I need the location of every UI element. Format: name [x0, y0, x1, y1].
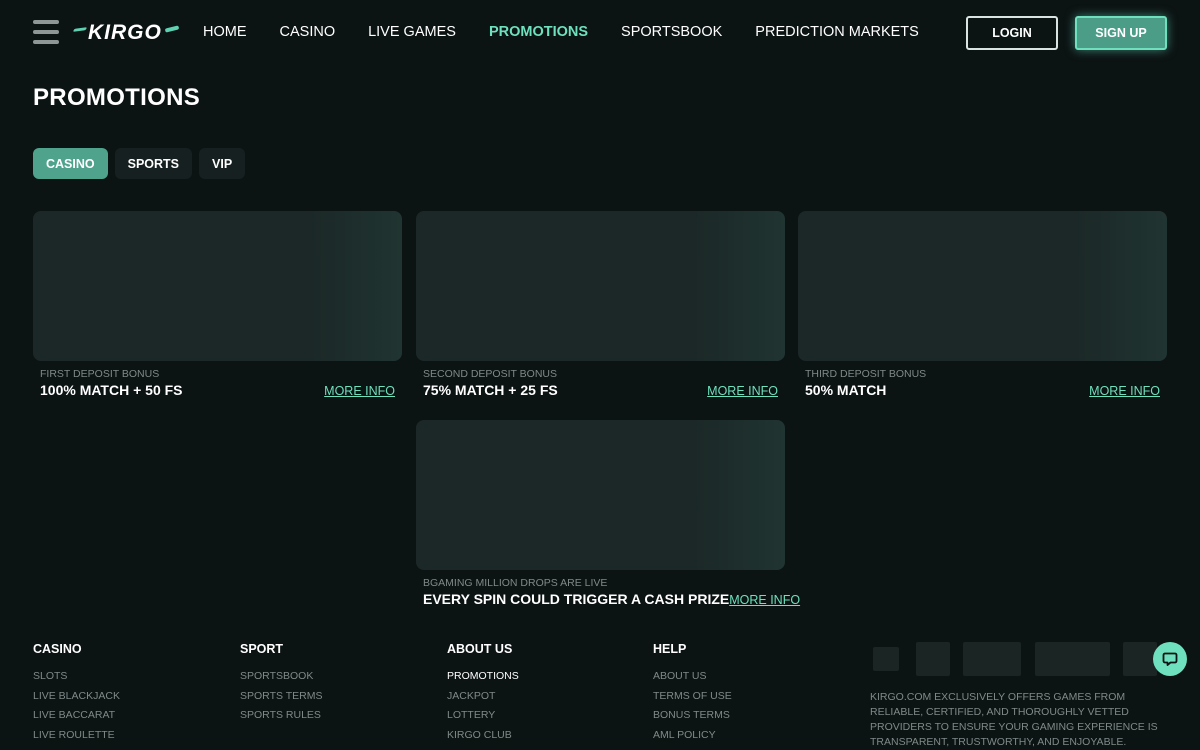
- promo-card-bgaming-drops: BGAMING MILLION DROPS ARE LIVE EVERY SPI…: [416, 420, 800, 607]
- footer-column-help: HELP ABOUT US TERMS OF USE BONUS TERMS A…: [653, 642, 732, 748]
- promo-card-second-deposit: SECOND DEPOSIT BONUS 75% MATCH + 25 FS M…: [416, 211, 785, 398]
- promo-subtitle: SECOND DEPOSIT BONUS: [423, 368, 557, 380]
- provider-logo: [1123, 642, 1157, 676]
- footer-link-live-baccarat[interactable]: LIVE BACCARAT: [33, 709, 120, 722]
- footer-link-aml-policy[interactable]: AML POLICY: [653, 729, 732, 742]
- promo-subtitle: THIRD DEPOSIT BONUS: [805, 368, 927, 380]
- footer-column-casino: CASINO SLOTS LIVE BLACKJACK LIVE BACCARA…: [33, 642, 120, 748]
- footer-heading: SPORT: [240, 642, 284, 656]
- nav-casino[interactable]: CASINO: [280, 24, 336, 40]
- more-info-link[interactable]: MORE INFO: [729, 593, 800, 607]
- footer-column-about-us: ABOUT US PROMOTIONS JACKPOT LOTTERY KIRG…: [447, 642, 519, 748]
- provider-logo: [916, 642, 950, 676]
- tab-vip[interactable]: VIP: [199, 148, 246, 179]
- footer-link-slots[interactable]: SLOTS: [33, 670, 120, 683]
- footer-disclaimer: KIRGO.COM EXCLUSIVELY OFFERS GAMES FROM …: [870, 691, 1158, 748]
- nav-prediction-markets[interactable]: PREDICTION MARKETS: [755, 24, 919, 40]
- nav-promotions[interactable]: PROMOTIONS: [489, 24, 588, 40]
- tab-casino[interactable]: CASINO: [33, 148, 108, 179]
- footer-link-promotions[interactable]: PROMOTIONS: [447, 670, 519, 683]
- promo-category-tabs: CASINO SPORTS VIP: [33, 148, 246, 179]
- tab-sports[interactable]: SPORTS: [114, 148, 193, 179]
- nav-sportsbook[interactable]: SPORTSBOOK: [621, 24, 722, 40]
- footer-link-sportsbook[interactable]: SPORTSBOOK: [240, 670, 322, 683]
- hamburger-menu-icon[interactable]: [33, 20, 59, 44]
- footer-link-jackpot[interactable]: JACKPOT: [447, 690, 519, 703]
- footer-link-about-us[interactable]: ABOUT US: [653, 670, 732, 683]
- footer-link-live-blackjack[interactable]: LIVE BLACKJACK: [33, 690, 120, 703]
- signup-button[interactable]: SIGN UP: [1075, 16, 1167, 50]
- nav-home[interactable]: HOME: [203, 24, 247, 40]
- footer-heading: CASINO: [33, 642, 82, 656]
- logo-text: KIRGO: [88, 21, 162, 44]
- promo-title: 100% MATCH + 50 FS: [40, 382, 183, 398]
- promo-subtitle: BGAMING MILLION DROPS ARE LIVE: [423, 577, 608, 589]
- nav-live-games[interactable]: LIVE GAMES: [368, 24, 456, 40]
- promo-image[interactable]: [416, 420, 785, 570]
- promo-image[interactable]: [33, 211, 402, 361]
- more-info-link[interactable]: MORE INFO: [707, 384, 778, 398]
- main-nav: HOME CASINO LIVE GAMES PROMOTIONS SPORTS…: [203, 24, 952, 40]
- provider-logo: [873, 647, 899, 671]
- footer-link-terms-of-use[interactable]: TERMS OF USE: [653, 690, 732, 703]
- chat-bubble-icon[interactable]: [1153, 642, 1187, 676]
- footer-link-lottery[interactable]: LOTTERY: [447, 709, 519, 722]
- promo-image[interactable]: [798, 211, 1167, 361]
- promo-image[interactable]: [416, 211, 785, 361]
- promo-title: EVERY SPIN COULD TRIGGER A CASH PRIZE: [423, 591, 730, 607]
- footer-heading: HELP: [653, 642, 687, 656]
- page-title: PROMOTIONS: [33, 84, 201, 111]
- more-info-link[interactable]: MORE INFO: [324, 384, 395, 398]
- footer-heading: ABOUT US: [447, 642, 513, 656]
- site-header: KIRGO HOME CASINO LIVE GAMES PROMOTIONS …: [0, 0, 1200, 66]
- footer-link-sports-terms[interactable]: SPORTS TERMS: [240, 690, 322, 703]
- promo-card-third-deposit: THIRD DEPOSIT BONUS 50% MATCH MORE INFO: [798, 211, 1167, 398]
- promo-title: 75% MATCH + 25 FS: [423, 382, 558, 398]
- promo-title: 50% MATCH: [805, 382, 887, 398]
- footer-link-bonus-terms[interactable]: BONUS TERMS: [653, 709, 732, 722]
- kirgo-logo[interactable]: KIRGO: [72, 21, 180, 45]
- footer-column-sport: SPORT SPORTSBOOK SPORTS TERMS SPORTS RUL…: [240, 642, 322, 729]
- more-info-link[interactable]: MORE INFO: [1089, 384, 1160, 398]
- login-button[interactable]: LOGIN: [966, 16, 1058, 50]
- provider-logo: [1035, 642, 1110, 676]
- footer-link-kirgo-club[interactable]: KIRGO CLUB: [447, 729, 519, 742]
- promo-card-first-deposit: FIRST DEPOSIT BONUS 100% MATCH + 50 FS M…: [33, 211, 402, 398]
- provider-logo: [963, 642, 1021, 676]
- footer-link-sports-rules[interactable]: SPORTS RULES: [240, 709, 322, 722]
- promo-subtitle: FIRST DEPOSIT BONUS: [40, 368, 160, 380]
- footer-link-live-roulette[interactable]: LIVE ROULETTE: [33, 729, 120, 742]
